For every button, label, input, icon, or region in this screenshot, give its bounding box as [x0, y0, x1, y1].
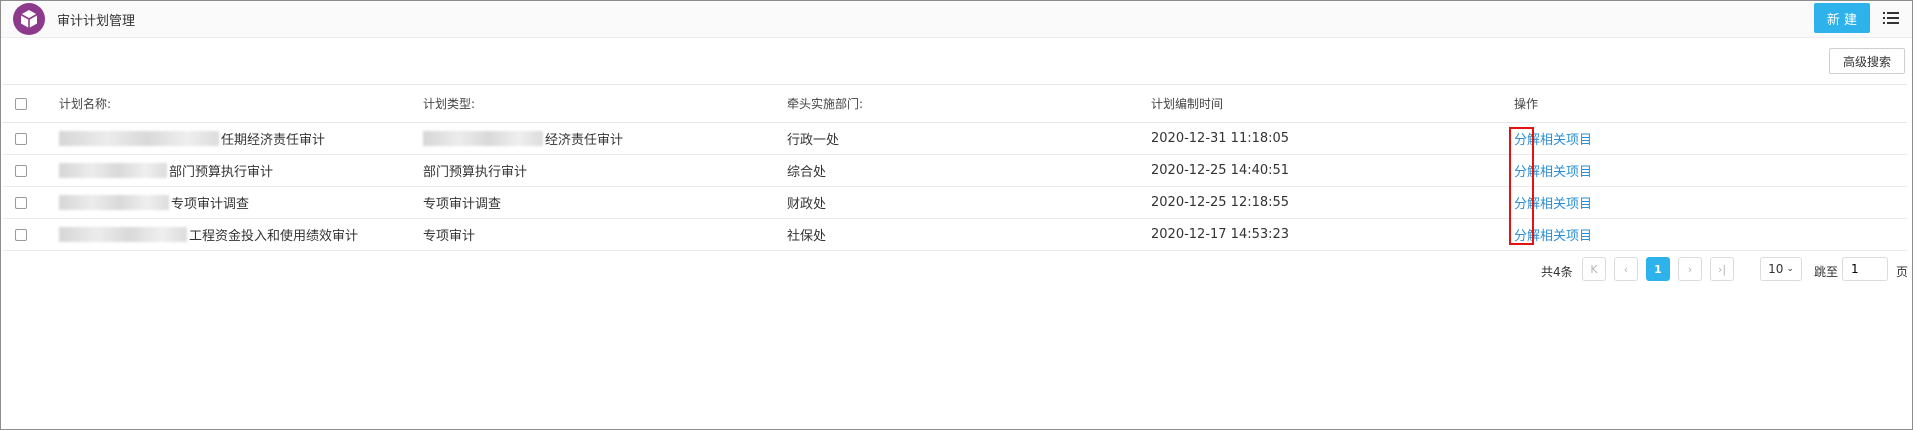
- page-size-select[interactable]: 10 ⌄: [1760, 257, 1802, 281]
- prev-page-button[interactable]: ‹: [1614, 257, 1638, 281]
- first-page-button[interactable]: K: [1582, 257, 1606, 281]
- column-header-actions: 操作: [1514, 97, 1539, 111]
- last-page-button[interactable]: ›|: [1710, 257, 1734, 281]
- cube-icon: [20, 10, 38, 28]
- plan-time: 2020-12-25 12:18:55: [1151, 195, 1290, 210]
- plan-time: 2020-12-17 14:53:23: [1151, 227, 1290, 242]
- header-bar: 审计计划管理 新 建: [1, 1, 1912, 38]
- column-header-dept: 牵头实施部门:: [787, 97, 864, 111]
- plan-table: 计划名称: 计划类型: 牵头实施部门: 计划编制时间 操作 任期经济责任审计 经…: [3, 84, 1907, 251]
- row-checkbox[interactable]: [15, 196, 27, 209]
- redacted-text: [59, 131, 219, 146]
- row-checkbox[interactable]: [15, 228, 27, 241]
- table-header: 计划名称: 计划类型: 牵头实施部门: 计划编制时间 操作: [3, 84, 1907, 123]
- page-button-current[interactable]: 1: [1646, 257, 1670, 281]
- redacted-text: [423, 131, 543, 146]
- plan-time: 2020-12-31 11:18:05: [1151, 131, 1290, 146]
- redacted-text: [59, 163, 167, 178]
- page-title: 审计计划管理: [57, 14, 136, 29]
- table-row: 任期经济责任审计 经济责任审计 行政一处 2020-12-31 11:18:05…: [3, 123, 1907, 155]
- column-header-type: 计划类型:: [423, 97, 476, 111]
- chevron-down-icon: ⌄: [1786, 264, 1794, 274]
- plan-type: 专项审计调查: [423, 197, 502, 212]
- plan-name: 专项审计调查: [171, 197, 250, 212]
- advanced-search-button[interactable]: 高级搜索: [1829, 48, 1905, 74]
- row-checkbox[interactable]: [15, 132, 27, 145]
- jump-page-input[interactable]: [1842, 257, 1888, 281]
- plan-time: 2020-12-25 14:40:51: [1151, 163, 1290, 178]
- plan-type: 经济责任审计: [545, 133, 624, 148]
- list-menu-icon[interactable]: [1882, 9, 1900, 27]
- lead-dept: 财政处: [787, 197, 827, 212]
- plan-name: 任期经济责任审计: [221, 133, 326, 148]
- decompose-link[interactable]: 分解: [1514, 193, 1540, 212]
- decompose-link[interactable]: 分解: [1514, 161, 1540, 180]
- related-projects-link[interactable]: 相关项目: [1540, 225, 1592, 244]
- plan-type: 部门预算执行审计: [423, 165, 528, 180]
- page-unit-label: 页: [1896, 265, 1909, 279]
- decompose-link[interactable]: 分解: [1514, 225, 1540, 244]
- related-projects-link[interactable]: 相关项目: [1540, 161, 1592, 180]
- lead-dept: 社保处: [787, 229, 827, 244]
- next-page-button[interactable]: ›: [1678, 257, 1702, 281]
- related-projects-link[interactable]: 相关项目: [1540, 129, 1592, 148]
- column-header-name: 计划名称:: [59, 97, 112, 111]
- table-row: 工程资金投入和使用绩效审计 专项审计 社保处 2020-12-17 14:53:…: [3, 219, 1907, 251]
- pagination: 共4条 K ‹ 1 › ›| 10⌄ 跳至 页: [1, 257, 1912, 283]
- plan-name: 工程资金投入和使用绩效审计: [189, 229, 359, 244]
- plan-name: 部门预算执行审计: [169, 165, 274, 180]
- lead-dept: 行政一处: [787, 133, 840, 148]
- redacted-text: [59, 195, 169, 210]
- column-header-time: 计划编制时间: [1151, 97, 1224, 111]
- jump-label: 跳至: [1814, 265, 1839, 279]
- new-button[interactable]: 新 建: [1814, 3, 1870, 33]
- row-checkbox[interactable]: [15, 164, 27, 177]
- decompose-link[interactable]: 分解: [1514, 129, 1540, 148]
- select-all-checkbox[interactable]: [15, 97, 27, 110]
- redacted-text: [59, 227, 187, 242]
- total-count: 共4条: [1541, 265, 1573, 279]
- related-projects-link[interactable]: 相关项目: [1540, 193, 1592, 212]
- table-row: 专项审计调查 专项审计调查 财政处 2020-12-25 12:18:55 分解…: [3, 187, 1907, 219]
- plan-type: 专项审计: [423, 229, 476, 244]
- table-row: 部门预算执行审计 部门预算执行审计 综合处 2020-12-25 14:40:5…: [3, 155, 1907, 187]
- lead-dept: 综合处: [787, 165, 827, 180]
- app-logo: [13, 3, 45, 35]
- app-window: 审计计划管理 新 建 高级搜索 计划名称: 计划类型: 牵头实施部门: 计划编制…: [0, 0, 1913, 430]
